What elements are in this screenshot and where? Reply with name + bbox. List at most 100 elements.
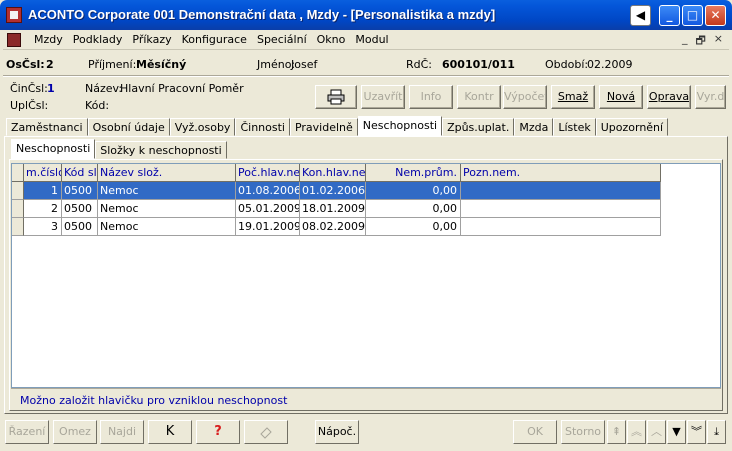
table-row[interactable]: 1 0500 Nemoc 01.08.2006 01.02.2006 0,00 (12, 182, 661, 200)
smaz-button[interactable]: Smaž (551, 85, 595, 109)
omez-button[interactable]: Omez (53, 420, 97, 444)
tab-6[interactable]: Způs.uplat. (442, 118, 515, 136)
cell-cislo: 1 (24, 182, 62, 200)
menu-bar: Mzdy Podklady Příkazy Konfigurace Speciální O… (3, 30, 729, 50)
mdi-minimize-button[interactable]: _ (682, 32, 688, 51)
tab-2[interactable]: Vyž.osoby (169, 118, 236, 136)
main-tabs: Zaměstnanci Osobní údaje Vyž.osoby Činnosti… (6, 116, 669, 136)
obdobi-label: Období: (545, 58, 589, 71)
vypocet-button[interactable]: Výpočet (503, 85, 547, 109)
column-header[interactable]: Poč.hlav.nem (236, 164, 300, 182)
mdi-restore-button[interactable]: 🗗 (695, 32, 705, 51)
menu-item[interactable]: Modul (350, 33, 393, 46)
vyrd-button[interactable]: Vyr.d (695, 85, 726, 109)
cell-kod: 0500 (62, 182, 98, 200)
uzavrit-button[interactable]: Uzavřít (361, 85, 405, 109)
double-up-icon: ︽ (631, 425, 642, 438)
tab-4[interactable]: Pravidelně (289, 118, 358, 136)
table-row[interactable]: 3 0500 Nemoc 19.01.2009 08.02.2009 0,00 (12, 218, 661, 236)
menu-item[interactable]: Speciální (252, 33, 312, 46)
table-row[interactable]: 2 0500 Nemoc 05.01.2009 18.01.2009 0,00 (12, 200, 661, 218)
column-header[interactable]: Nem.prům. (366, 164, 461, 182)
cell-kon: 01.02.2006 (300, 182, 366, 200)
next-record-button[interactable]: ▼ (667, 420, 686, 444)
maximize-button[interactable]: □ (682, 5, 703, 26)
tab-1[interactable]: Osobní údaje (87, 118, 170, 136)
tab-3[interactable]: Činnosti (235, 118, 290, 136)
minimize-button[interactable]: _ (659, 5, 680, 26)
nova-button[interactable]: Nová (599, 85, 643, 109)
tab-0[interactable]: Zaměstnanci (6, 118, 88, 136)
cell-nazev: Nemoc (98, 218, 236, 236)
menu-item[interactable]: Konfigurace (177, 33, 252, 46)
cell-pozn (461, 200, 661, 218)
najdi-button[interactable]: Najdi (100, 420, 144, 444)
eraser-button[interactable] (244, 420, 288, 444)
oscsl-value: 2 (46, 58, 54, 71)
up-icon: ︿ (651, 425, 662, 438)
column-header[interactable]: Název slož. (98, 164, 236, 182)
print-button[interactable] (315, 85, 357, 109)
title-bar[interactable]: ACONTO Corporate 001 Demonstrační data ,… (0, 0, 732, 30)
prijmeni-value: Měsíčný (136, 58, 187, 71)
napoc-button[interactable]: Nápoč. (315, 420, 359, 444)
jmeno-value: Josef (291, 58, 318, 71)
cell-pozn (461, 218, 661, 236)
column-header[interactable]: m.číslo (24, 164, 62, 182)
ok-button[interactable]: OK (513, 420, 557, 444)
kod-label: Kód: (85, 99, 110, 112)
sub-tabs: Neschopnosti Složky k neschopnosti (11, 139, 227, 159)
cell-poc: 01.08.2006 (236, 182, 300, 200)
column-header[interactable]: Kon.hlav.nem (300, 164, 366, 182)
menu-item[interactable]: Příkazy (127, 33, 176, 46)
cell-nazev: Nemoc (98, 200, 236, 218)
prev-record-button[interactable]: ︿ (647, 420, 666, 444)
neschopnosti-grid[interactable]: m.čísloKód sloNázev slož.Poč.hlav.nemKon… (11, 163, 721, 388)
column-header[interactable]: Pozn.nem. (461, 164, 661, 182)
k-button[interactable]: K (148, 420, 192, 444)
tab-8[interactable]: Lístek (553, 118, 596, 136)
cell-pozn (461, 182, 661, 200)
nav-back-button[interactable]: ◀ (630, 5, 651, 26)
menu-item[interactable]: Okno (312, 33, 351, 46)
oscsl-label: OsČsl: (6, 58, 45, 71)
prev-page-button[interactable]: ︽ (627, 420, 646, 444)
rdc-value: 600101/011 (442, 58, 515, 71)
menu-item[interactable]: Podklady (68, 33, 128, 46)
cell-prum: 0,00 (366, 218, 461, 236)
next-page-button[interactable]: ︾ (687, 420, 706, 444)
first-record-button[interactable]: ⇞ (607, 420, 626, 444)
app-icon (6, 7, 22, 23)
jmeno-label: Jméno: (257, 58, 296, 71)
hint-divider (11, 388, 721, 389)
help-button[interactable]: ? (196, 420, 240, 444)
tab-7[interactable]: Mzda (514, 118, 554, 136)
cell-cislo: 3 (24, 218, 62, 236)
tab-5[interactable]: Neschopnosti (357, 116, 443, 136)
close-button[interactable]: ✕ (705, 5, 726, 26)
last-record-button[interactable]: ⤓ (707, 420, 726, 444)
tab-9[interactable]: Upozornění (595, 118, 669, 136)
storno-button[interactable]: Storno (561, 420, 605, 444)
mdi-close-button[interactable]: × (714, 32, 723, 51)
nazev-label: Název: (85, 82, 123, 95)
last-icon: ⤓ (714, 425, 719, 438)
double-down-icon: ︾ (691, 425, 702, 438)
column-header[interactable] (12, 164, 24, 182)
subtab-1[interactable]: Složky k neschopnosti (95, 141, 227, 159)
menu-item[interactable]: Mzdy (29, 33, 68, 46)
uplcsl-label: UplČsl: (10, 99, 49, 112)
subtab-0[interactable]: Neschopnosti (11, 139, 96, 159)
kontr-button[interactable]: Kontr (457, 85, 501, 109)
cell-cislo: 2 (24, 200, 62, 218)
rdc-label: RdČ: (406, 58, 433, 71)
info-button[interactable]: Info (409, 85, 453, 109)
oprava-button[interactable]: Oprava (647, 85, 691, 109)
row-indicator (12, 200, 24, 218)
divider (3, 75, 729, 77)
down-icon: ▼ (672, 425, 681, 438)
razeni-button[interactable]: Řazení (5, 420, 49, 444)
cincsl-label: ČinČsl: (10, 82, 48, 95)
column-header[interactable]: Kód slo (62, 164, 98, 182)
status-hint: Možno založit hlavičku pro vzniklou nesc… (20, 394, 288, 407)
